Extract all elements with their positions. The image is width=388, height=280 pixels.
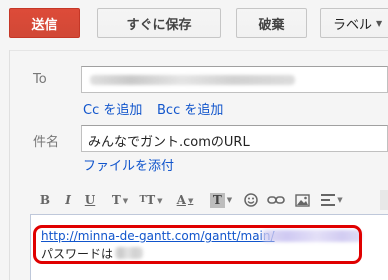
add-bcc-link[interactable]: Bcc を追加 bbox=[157, 99, 223, 118]
save-now-button[interactable]: すぐに保存 bbox=[97, 8, 221, 38]
save-now-label: すぐに保存 bbox=[126, 17, 192, 33]
underline-icon[interactable]: U bbox=[82, 189, 98, 211]
compose-toolbar: 送信 すぐに保存 破棄 ラベル ▼ bbox=[0, 0, 388, 50]
send-button-label: 送信 bbox=[31, 17, 58, 33]
divider bbox=[10, 50, 388, 51]
formatting-toolbar: B I U T ▼ T T ▼ A ▼ T ▼ ▼ bbox=[9, 189, 388, 211]
emoji-icon[interactable] bbox=[242, 189, 260, 211]
send-button[interactable]: 送信 bbox=[9, 8, 80, 38]
align-icon[interactable]: ▼ bbox=[317, 189, 347, 211]
discard-label: 破棄 bbox=[258, 17, 285, 33]
text-color-icon[interactable]: A ▼ bbox=[171, 189, 199, 211]
italic-icon[interactable]: I bbox=[61, 189, 75, 211]
subject-label: 件名 bbox=[33, 135, 60, 150]
subject-value: みんなでガント.comのURL bbox=[88, 135, 250, 150]
chevron-down-icon: ▼ bbox=[376, 18, 383, 28]
add-cc-link[interactable]: Cc を追加 bbox=[83, 99, 142, 118]
font-family-icon[interactable]: T ▼ bbox=[108, 189, 132, 211]
labels-dropdown-button[interactable]: ラベル ▼ bbox=[320, 8, 388, 38]
image-icon[interactable] bbox=[292, 189, 312, 211]
to-field[interactable] bbox=[81, 66, 388, 93]
discard-button[interactable]: 破棄 bbox=[236, 8, 307, 38]
labels-label: ラベル bbox=[333, 17, 373, 33]
attach-file-link[interactable]: ファイルを添付 bbox=[83, 155, 174, 174]
highlight-color-icon[interactable]: T ▼ bbox=[208, 189, 234, 211]
redacted-recipients bbox=[90, 75, 295, 85]
bold-icon[interactable]: B bbox=[37, 189, 53, 211]
subject-input[interactable]: みんなでガント.comのURL bbox=[81, 125, 388, 152]
font-size-icon[interactable]: T T ▼ bbox=[136, 189, 166, 211]
highlight-annotation bbox=[33, 225, 362, 264]
scrollbar[interactable] bbox=[380, 190, 388, 210]
to-label: To bbox=[33, 72, 47, 87]
link-icon[interactable] bbox=[265, 189, 287, 211]
